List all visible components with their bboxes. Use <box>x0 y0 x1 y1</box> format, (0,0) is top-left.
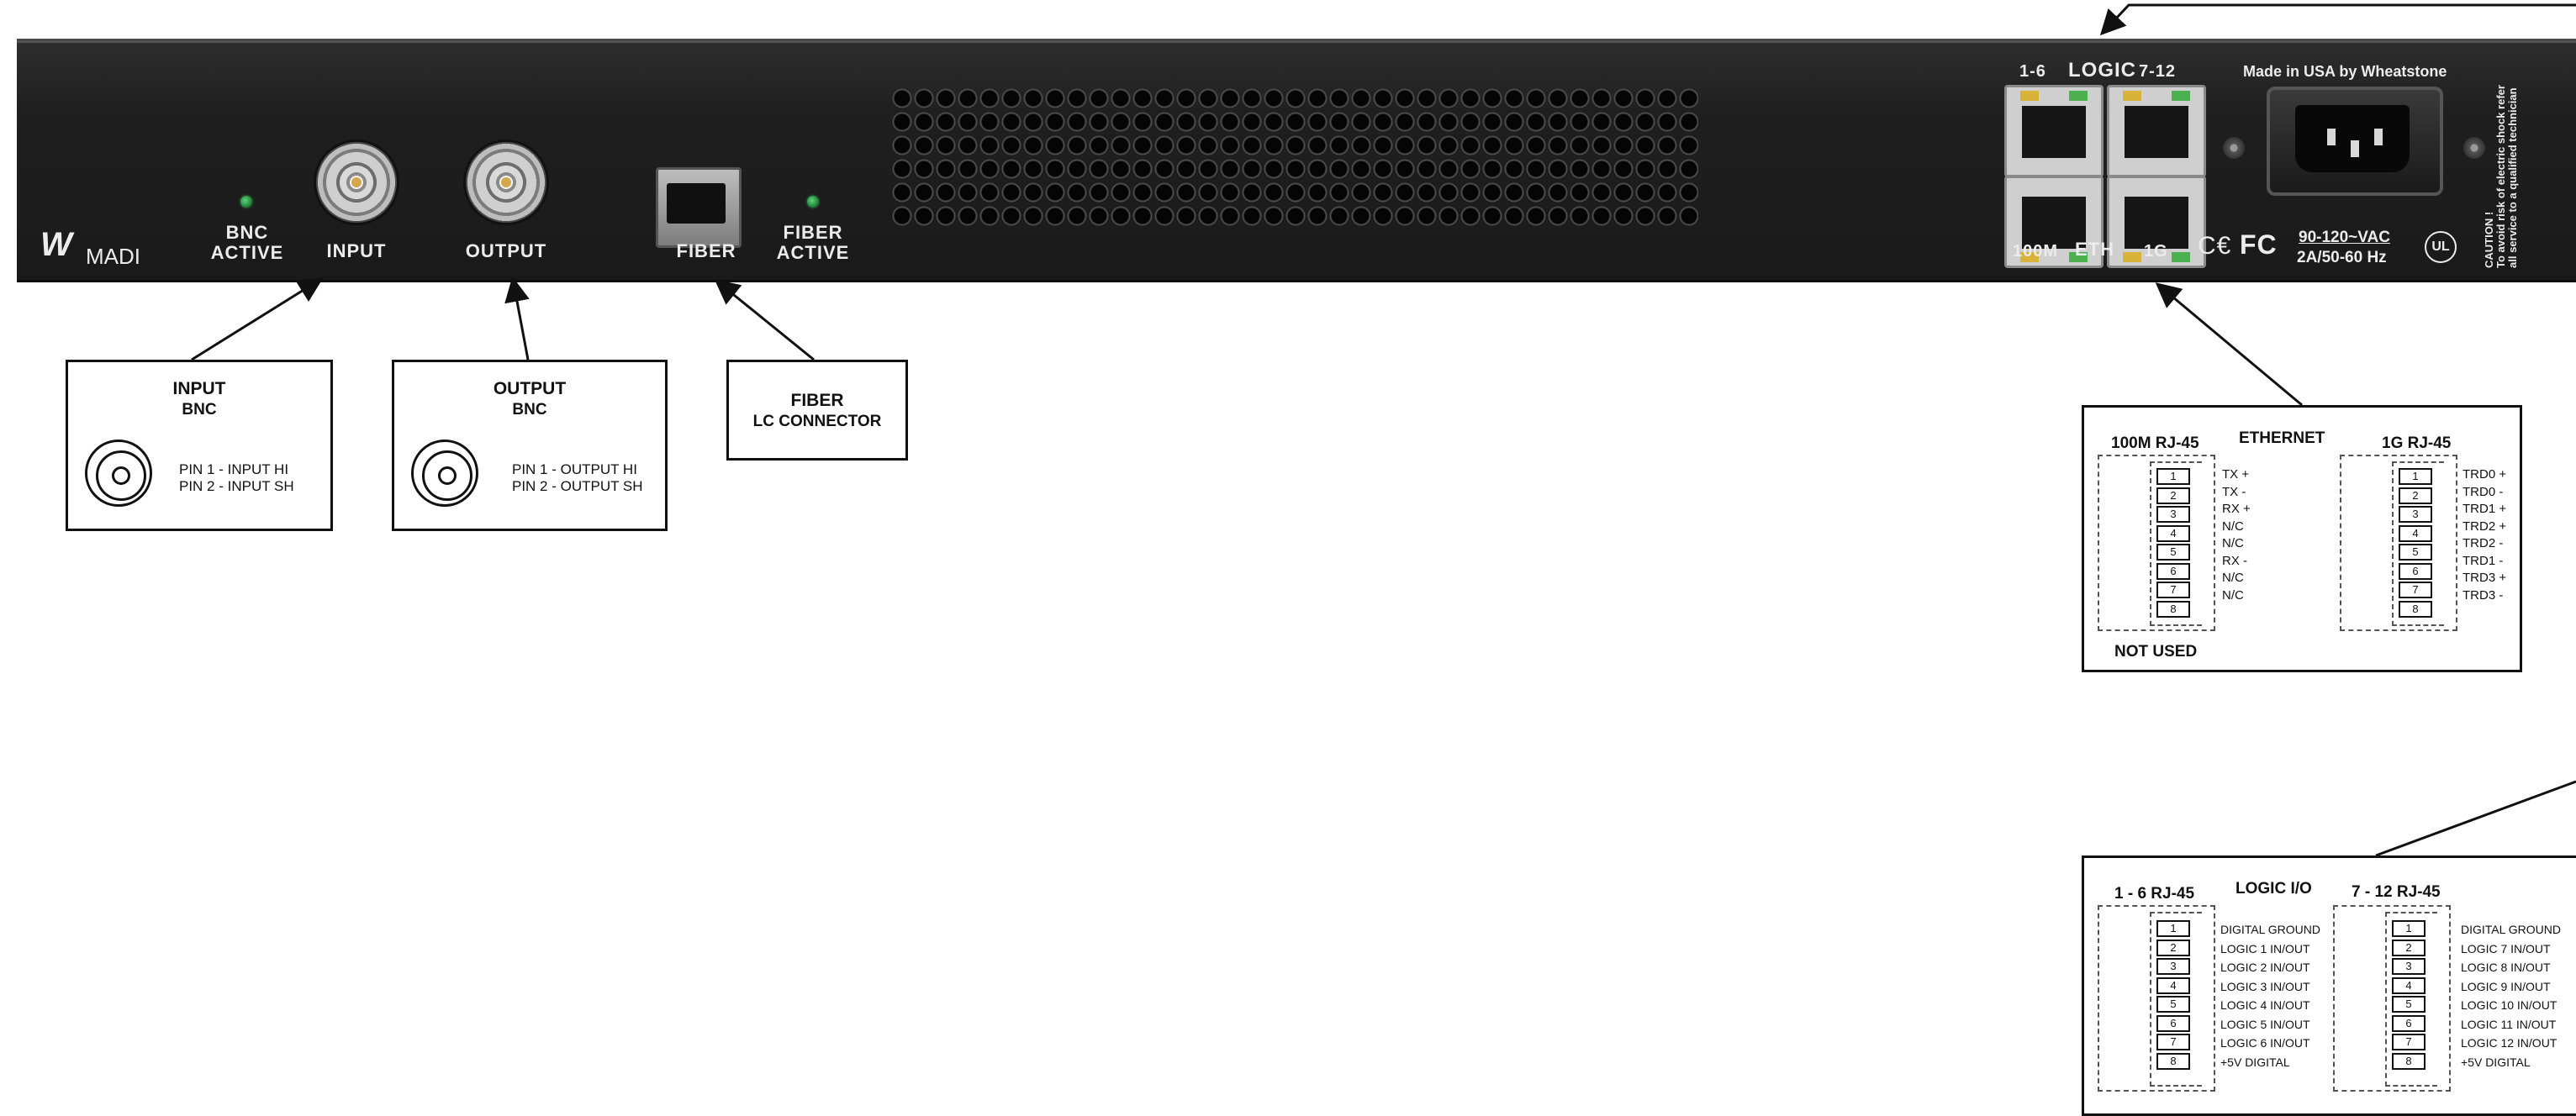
fiber-box-title: FIBER <box>790 391 844 410</box>
input-pin-list: PIN 1 - INPUT HI PIN 2 - INPUT SH <box>179 461 294 494</box>
eth-1g-pin-list: TRD0 + TRD0 - TRD1 + TRD2 + TRD2 - TRD1 - T… <box>2463 467 2507 603</box>
output-pin-list: PIN 1 - OUTPUT HI PIN 2 - OUTPUT SH <box>512 461 643 494</box>
logic-7-12-jack-diagram: 12 34 56 78 <box>2333 905 2451 1092</box>
ethernet-callout: ETHERNET 100M RJ-45 1G RJ-45 12 34 56 78… <box>2082 405 2522 672</box>
logic-1-6-jack-diagram: 12 34 56 78 <box>2098 905 2215 1092</box>
not-used-label: NOT USED <box>2114 643 2198 661</box>
input-bnc-callout: INPUT BNC PIN 1 - INPUT HI PIN 2 - INPUT … <box>66 360 333 531</box>
bnc-connector-icon <box>411 440 478 507</box>
eth-1g-title: 1G RJ-45 <box>2382 434 2452 452</box>
output-box-title: OUTPUT <box>493 379 567 398</box>
logic-7-12-title: 7 - 12 RJ-45 <box>2352 883 2441 901</box>
eth-100m-pin-list: TX + TX - RX + N/C N/C RX - N/C N/C <box>2222 467 2251 603</box>
output-bnc-callout: OUTPUT BNC PIN 1 - OUTPUT HI PIN 2 - OUTP… <box>392 360 668 531</box>
fiber-box-subtitle: LC CONNECTOR <box>752 413 882 430</box>
logic-1-6-title: 1 - 6 RJ-45 <box>2114 885 2195 903</box>
fiber-callout: FIBER LC CONNECTOR <box>726 360 908 461</box>
input-box-title: INPUT <box>172 379 226 398</box>
eth-1g-jack-diagram: 12 34 56 78 <box>2340 455 2457 631</box>
input-box-subtitle: BNC <box>182 401 217 418</box>
eth-100m-title: 100M RJ-45 <box>2111 434 2199 452</box>
output-box-subtitle: BNC <box>512 401 547 418</box>
ethernet-box-title: ETHERNET <box>2239 429 2325 447</box>
eth-100m-jack-diagram: 12 34 56 78 <box>2098 455 2215 631</box>
logic-1-6-pin-list: DIGITAL GROUND LOGIC 1 IN/OUT LOGIC 2 IN/… <box>2220 923 2321 1069</box>
logic-io-callout: LOGIC I/O 1 - 6 RJ-45 7 - 12 RJ-45 12 34… <box>2082 855 2576 1116</box>
logic-7-12-pin-list: DIGITAL GROUND LOGIC 7 IN/OUT LOGIC 8 IN/… <box>2461 923 2562 1069</box>
logic-box-title: LOGIC I/O <box>2236 880 2312 898</box>
bnc-connector-icon <box>85 440 152 507</box>
